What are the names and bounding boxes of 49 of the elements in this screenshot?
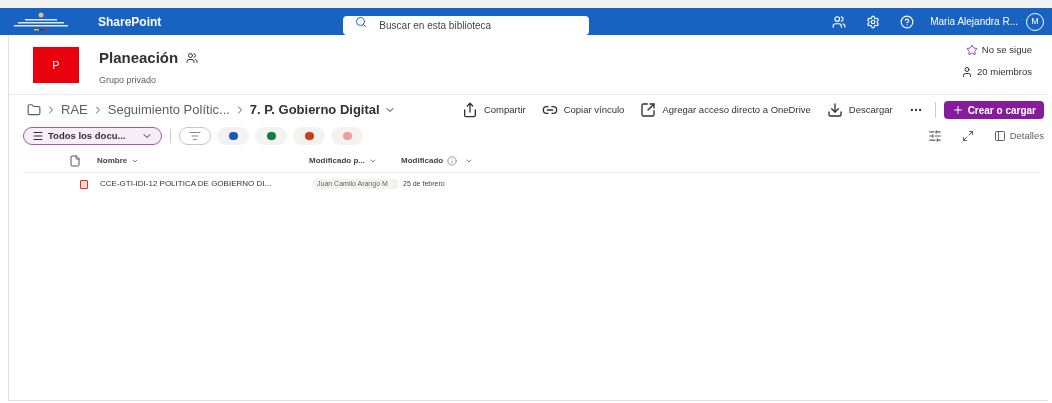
file-type-icon [228, 132, 238, 140]
command-button[interactable]: Descargar [826, 102, 893, 118]
plus-icon [951, 104, 964, 116]
file-name[interactable]: CCE-GTI-IDI-12 POLITICA DE GOBIERNO DI... [100, 178, 313, 190]
details-button[interactable]: Detalles [993, 128, 1044, 144]
site-title: Planeación [99, 48, 179, 68]
team-icon [186, 52, 199, 65]
breadcrumb-item[interactable]: Seguimiento Polític... [107, 100, 230, 120]
arrow-square-icon [640, 102, 657, 118]
app-name[interactable]: SharePoint [98, 12, 162, 31]
column-header[interactable]: Modificado p... [309, 154, 401, 167]
search-field[interactable]: Buscar en esta biblioteca [343, 16, 590, 35]
file-type-pill[interactable] [293, 127, 326, 145]
command-button[interactable]: Agregar acceso directo a OneDrive [640, 102, 811, 118]
view-selector[interactable]: Todos los docu... [23, 127, 163, 145]
share-icon [461, 102, 478, 118]
panel-icon [993, 130, 1006, 142]
file-type-pill[interactable] [255, 127, 288, 145]
people-icon[interactable] [832, 14, 847, 29]
file-icon [69, 154, 81, 167]
search-icon [355, 16, 368, 28]
person-icon [961, 66, 974, 79]
sliders-icon[interactable] [927, 129, 942, 143]
file-type-icon [266, 132, 276, 140]
members-button[interactable]: 20 miembros [961, 65, 1032, 80]
settings-icon[interactable] [866, 14, 881, 29]
expand-icon[interactable] [961, 130, 974, 142]
column-header[interactable]: Nombre [97, 154, 309, 167]
command-button[interactable]: Compartir [461, 102, 526, 118]
command-button[interactable]: Copiar vínculo [541, 102, 625, 118]
download-icon [826, 102, 843, 118]
file-type-pill[interactable] [217, 127, 250, 145]
folder-icon[interactable] [27, 103, 41, 117]
follow-button[interactable]: No se sigue [965, 43, 1032, 58]
create-button[interactable]: Crear o cargar [943, 101, 1044, 119]
user-name[interactable]: Maria Alejandra R... [930, 14, 1018, 29]
info-icon [447, 155, 458, 166]
file-type-icon [304, 132, 314, 140]
breadcrumb-item[interactable]: RAE [61, 100, 88, 120]
help-icon[interactable] [900, 14, 915, 29]
site-subtitle: Grupo privado [99, 73, 158, 87]
menu-icon [32, 130, 44, 142]
pdf-file-icon [80, 179, 88, 189]
file-type-icon [342, 132, 352, 140]
star-icon [965, 44, 978, 57]
site-logo: P [33, 47, 79, 83]
breadcrumb-item[interactable]: 7. P. Gobierno Digital [249, 100, 380, 120]
column-header[interactable]: Modificado [401, 154, 474, 167]
filter-icon [189, 130, 202, 142]
